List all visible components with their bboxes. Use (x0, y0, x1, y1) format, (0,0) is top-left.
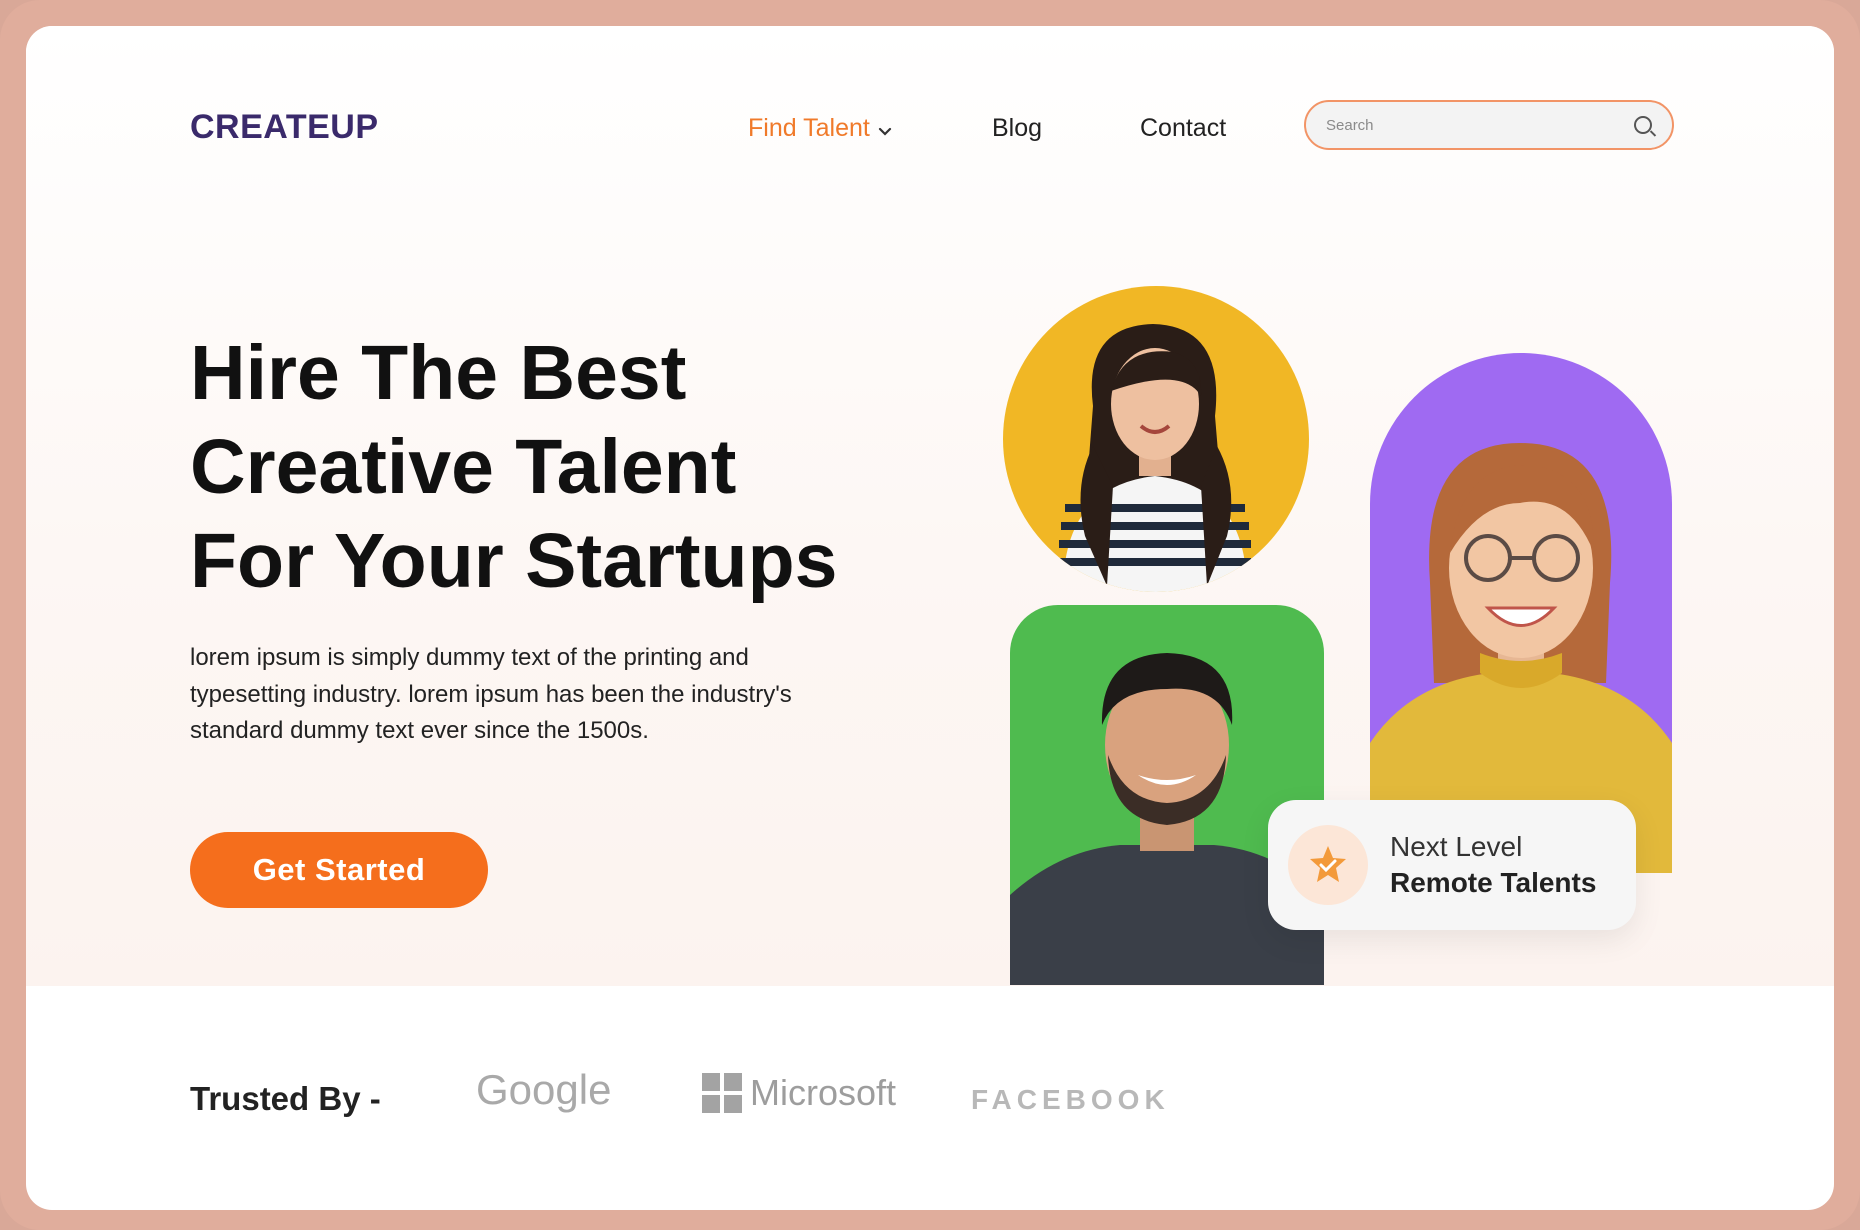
microsoft-label: Microsoft (750, 1072, 897, 1113)
microsoft-windows-icon (702, 1073, 742, 1113)
get-started-button[interactable]: Get Started (190, 832, 488, 908)
nav-contact[interactable]: Contact (1140, 114, 1226, 143)
google-logo: Google (476, 1066, 612, 1113)
search-box[interactable] (1304, 100, 1674, 150)
facebook-logo: FACEBOOK (971, 1084, 1170, 1115)
nav-find-talent-label: Find Talent (748, 114, 870, 142)
microsoft-logo: Microsoft (702, 1072, 896, 1114)
talent-photo-man-green (1010, 605, 1324, 985)
headline-line-2: Creative Talent (190, 424, 737, 510)
talent-photo-woman-yellow (1003, 286, 1309, 592)
headline-line-1: Hire The Best (190, 330, 687, 416)
remote-talents-badge: Next Level Remote Talents (1268, 800, 1636, 930)
hero-description: lorem ipsum is simply dummy text of the … (190, 644, 792, 744)
search-input[interactable] (1326, 116, 1634, 134)
brand-logo[interactable]: CREATEUP (190, 108, 379, 147)
star-check-icon (1310, 846, 1346, 882)
chevron-down-icon (878, 127, 891, 136)
talent-photo-woman-purple (1370, 353, 1672, 873)
person-illustration (1059, 324, 1251, 592)
nav-blog[interactable]: Blog (992, 114, 1042, 143)
person-illustration (1010, 653, 1324, 985)
trusted-by-label: Trusted By - (190, 1080, 381, 1117)
badge-line-1: Next Level (1390, 831, 1523, 862)
nav-find-talent[interactable]: Find Talent (748, 114, 892, 143)
person-illustration (1370, 443, 1672, 873)
badge-circle (1288, 825, 1368, 905)
headline-line-3: For Your Startups (190, 518, 838, 604)
badge-line-2: Remote Talents (1390, 867, 1597, 898)
hero-headline: Hire The Best Creative Talent For Your S… (190, 326, 910, 608)
landing-page: CREATEUP Find Talent Blog Contact Hire T… (26, 26, 1834, 1210)
search-icon[interactable] (1634, 116, 1652, 134)
